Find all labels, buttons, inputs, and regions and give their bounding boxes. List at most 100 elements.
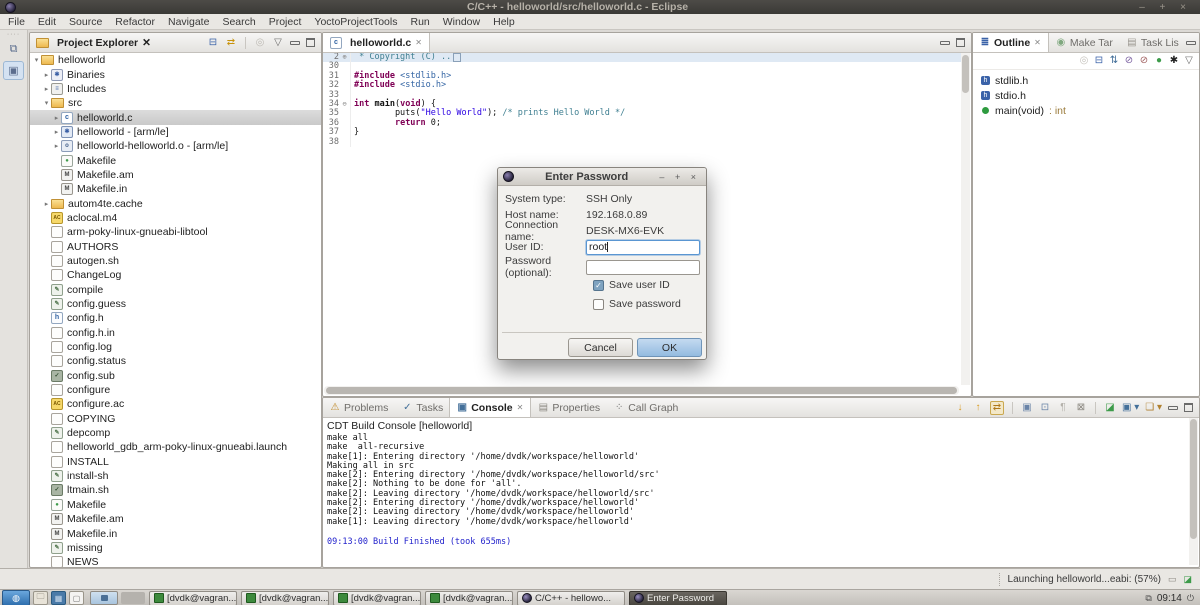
tab-problems[interactable]: ⚠Problems [323, 398, 395, 417]
tree-item[interactable]: ▸✱helloworld - [arm/le] [30, 125, 321, 139]
maximize-icon[interactable] [306, 38, 315, 47]
clock[interactable]: 09:14 [1157, 593, 1182, 604]
display-icon[interactable]: ▦ [51, 591, 66, 605]
minimize-icon[interactable] [1168, 406, 1178, 410]
open-task-icon[interactable]: ◪ [1104, 402, 1116, 414]
show-desktop-icon[interactable]: ▢ [69, 591, 84, 605]
outline-item[interactable]: hstdlib.h [973, 73, 1199, 88]
code-line[interactable]: 2⊕ * Copyright (C) .. [323, 53, 961, 62]
tree-item[interactable]: AUTHORS [30, 239, 321, 253]
workspace-slot[interactable] [121, 592, 145, 604]
hide-includes-icon[interactable]: ⊘ [1138, 55, 1150, 67]
workspace-switcher[interactable] [90, 591, 118, 605]
save-user-id-checkbox[interactable]: ✓ Save user ID [593, 279, 670, 291]
dialog-titlebar[interactable]: Enter Password – + × [498, 168, 706, 186]
tree-item[interactable]: helloworld_gdb_arm-poky-linux-gnueabi.la… [30, 440, 321, 454]
menu-file[interactable]: File [8, 16, 25, 28]
console-vertical-scrollbar[interactable] [1189, 418, 1198, 565]
expander-icon[interactable]: ▾ [42, 99, 51, 107]
tab-properties[interactable]: ▤Properties [531, 398, 607, 417]
tree-item[interactable]: ✎missing [30, 541, 321, 555]
code-line[interactable]: 32#include <stdio.h> [323, 81, 961, 90]
tree-item[interactable]: ✓ltmain.sh [30, 483, 321, 497]
drag-handle[interactable]: ···· [0, 31, 27, 38]
expander-icon[interactable]: ▸ [52, 128, 61, 136]
tab-tasks[interactable]: ✓Tasks [395, 398, 450, 417]
tree-item[interactable]: ▸ohelloworld-helloworld.o - [arm/le] [30, 139, 321, 153]
previous-message-icon[interactable]: ↑ [972, 402, 984, 414]
minimize-icon[interactable] [290, 41, 300, 45]
tree-item[interactable]: ▸chelloworld.c [30, 110, 321, 124]
tab-console[interactable]: ▣Console✕ [449, 398, 531, 417]
menu-edit[interactable]: Edit [38, 16, 56, 28]
view-menu-icon[interactable]: ▽ [1183, 55, 1195, 67]
tree-item[interactable]: ▾helloworld [30, 53, 321, 67]
collapse-all-icon[interactable]: ⊟ [207, 37, 219, 49]
password-input[interactable] [586, 260, 700, 275]
expander-icon[interactable]: ▸ [42, 200, 51, 208]
tree-item[interactable]: configure [30, 383, 321, 397]
code-line[interactable]: 37} [323, 128, 961, 137]
sort-icon[interactable]: ⇅ [1108, 55, 1120, 67]
tree-item[interactable]: MMakefile.in [30, 182, 321, 196]
taskbar-window-button[interactable]: C/C++ - hellowo... [517, 591, 625, 605]
code-line[interactable]: 38 [323, 138, 961, 147]
power-icon[interactable]: ⏻ [1187, 593, 1194, 604]
restore-views-button[interactable]: ⧉ [4, 41, 23, 58]
fold-plus-icon[interactable]: ⊕ [339, 53, 351, 62]
expander-icon[interactable]: ▸ [52, 142, 61, 150]
tree-item[interactable]: ✎install-sh [30, 469, 321, 483]
tab-make-tar[interactable]: ◉Make Tar [1049, 33, 1120, 52]
tab-project-explorer[interactable]: Project Explorer ✕ [30, 33, 157, 52]
tree-item[interactable]: ACconfigure.ac [30, 397, 321, 411]
tree-item[interactable]: config.h.in [30, 326, 321, 340]
maximize-icon[interactable] [1184, 403, 1193, 412]
tree-item[interactable]: ▸≡Includes [30, 82, 321, 96]
expander-icon[interactable]: ▸ [42, 71, 51, 79]
tree-item[interactable]: arm-poky-linux-gnueabi-libtool [30, 225, 321, 239]
pin-console-icon[interactable]: ▣ [1021, 402, 1033, 414]
outline-item[interactable]: hstdio.h [973, 88, 1199, 103]
tree-item[interactable]: COPYING [30, 412, 321, 426]
focus-icon[interactable]: ◎ [1078, 55, 1090, 67]
progress-bar-icon[interactable]: ▭ [1168, 574, 1177, 585]
save-password-checkbox[interactable]: Save password [593, 298, 681, 310]
open-console-icon[interactable]: ❏ ▾ [1145, 402, 1162, 414]
tree-item[interactable]: config.log [30, 340, 321, 354]
menu-help[interactable]: Help [493, 16, 515, 28]
code-line[interactable]: 36 return 0; [323, 119, 961, 128]
menu-source[interactable]: Source [69, 16, 102, 28]
minimize-editor-icon[interactable] [940, 41, 950, 45]
ok-button[interactable]: OK [637, 338, 702, 357]
tree-item[interactable]: ChangeLog [30, 268, 321, 282]
hide-nonpublic-icon[interactable]: ● [1153, 55, 1165, 67]
tree-item[interactable]: ✓config.sub [30, 369, 321, 383]
maximize-editor-icon[interactable] [956, 38, 965, 47]
tree-item[interactable]: INSTALL [30, 455, 321, 469]
expander-icon[interactable]: ▸ [52, 114, 61, 122]
close-view-icon[interactable]: ✕ [517, 403, 524, 412]
taskbar-window-button[interactable]: [dvdk@vagran... [333, 591, 421, 605]
show-console-on-output-icon[interactable]: ⇄ [990, 401, 1004, 415]
tree-item[interactable]: ▸autom4te.cache [30, 196, 321, 210]
minimize-outline-icon[interactable] [1186, 41, 1196, 45]
scroll-lock-icon[interactable]: ⊡ [1039, 402, 1051, 414]
user-id-input[interactable]: root [586, 240, 700, 255]
outline-item[interactable]: main(void) : int [973, 103, 1199, 118]
collapse-all-icon[interactable]: ⊟ [1093, 55, 1105, 67]
cpp-perspective-button[interactable]: ▣ [3, 61, 24, 80]
taskbar-window-button[interactable]: Enter Password [629, 591, 727, 605]
tree-item[interactable]: ●Makefile [30, 153, 321, 167]
tree-item[interactable]: ▾src [30, 96, 321, 110]
file-manager-icon[interactable]: 🗀 [33, 591, 48, 605]
editor-horizontal-scrollbar[interactable] [324, 386, 959, 395]
tab-helloworld-c[interactable]: c helloworld.c ✕ [322, 33, 430, 52]
tab-task-lis[interactable]: ▤Task Lis [1120, 33, 1186, 52]
expander-icon[interactable]: ▾ [32, 56, 41, 64]
menu-window[interactable]: Window [443, 16, 480, 28]
tree-item[interactable]: MMakefile.in [30, 526, 321, 540]
focus-icon[interactable]: ◎ [254, 37, 266, 49]
tree-item[interactable]: ACaclocal.m4 [30, 211, 321, 225]
close-view-icon[interactable]: ✕ [1034, 38, 1041, 47]
taskbar-window-button[interactable]: [dvdk@vagran... [149, 591, 237, 605]
